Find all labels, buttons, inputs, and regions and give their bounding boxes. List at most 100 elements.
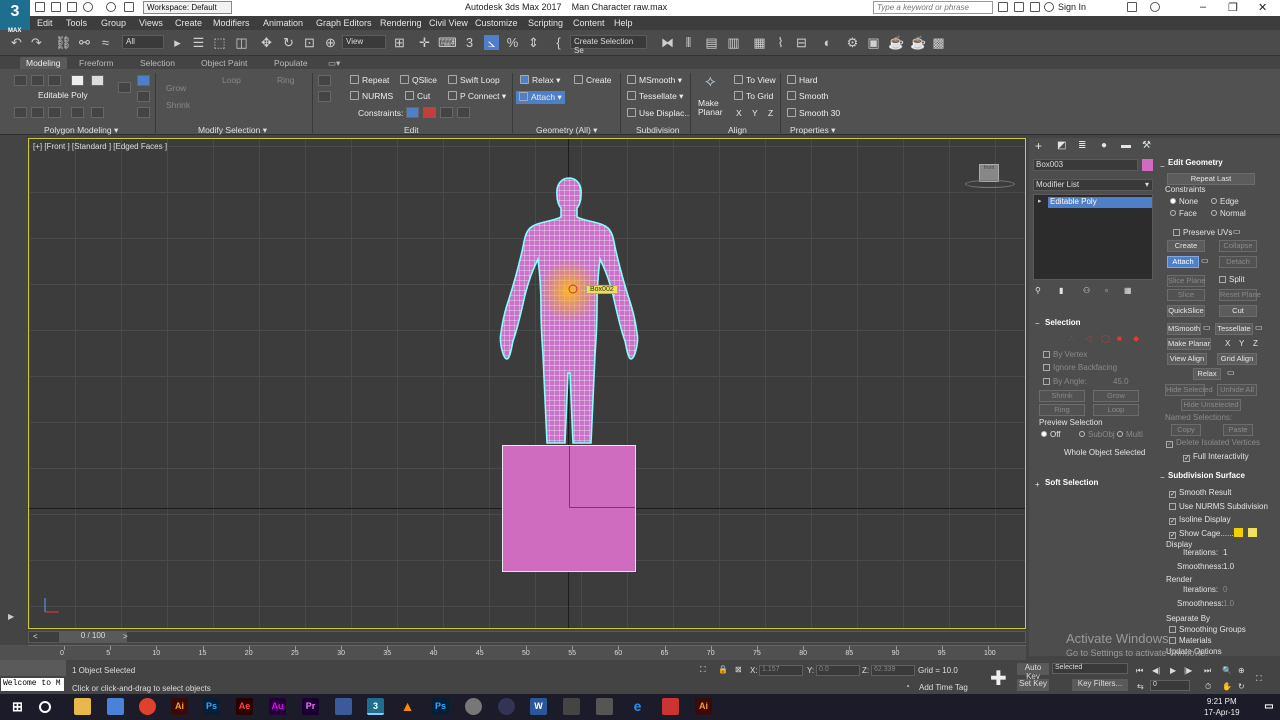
smooth-button[interactable]: Smooth xyxy=(787,91,828,101)
windows-start-icon[interactable]: ⊞ xyxy=(9,698,26,715)
align-y-button[interactable]: Y xyxy=(752,108,758,118)
full-interactivity-checkbox[interactable]: ✓ Full Interactivity xyxy=(1183,452,1249,462)
planar-x-button[interactable]: X xyxy=(1225,339,1230,348)
time-next-icon[interactable]: > xyxy=(123,632,128,641)
app-logo[interactable]: 3 MAX xyxy=(0,0,30,34)
constraint-face-icon[interactable] xyxy=(440,107,453,118)
qslice-button[interactable]: QSlice xyxy=(400,75,437,85)
constraint-normal-radio[interactable]: Normal xyxy=(1211,209,1246,218)
time-prev-icon[interactable]: < xyxy=(33,632,38,641)
open-icon[interactable] xyxy=(51,2,61,12)
grid-align-button[interactable]: Grid Align xyxy=(1217,353,1257,365)
store-icon[interactable] xyxy=(107,698,124,715)
smoothness-spinner[interactable]: 1.0 xyxy=(1223,562,1234,571)
system-clock[interactable]: 9:21 PM 17-Apr-19 xyxy=(1204,696,1240,718)
angle-snap-icon[interactable]: ⦣ xyxy=(484,35,499,50)
shrink-button[interactable]: Shrink xyxy=(1039,390,1085,402)
menu-edit[interactable]: Edit xyxy=(37,18,53,28)
align-icon[interactable]: ⫴ xyxy=(681,35,696,50)
menu-views[interactable]: Views xyxy=(139,18,163,28)
maxscript-mini-listener[interactable]: Welcome to M xyxy=(1,678,64,691)
preview-subobj-radio[interactable]: SubObj xyxy=(1079,430,1115,439)
hide-selected-button[interactable]: Hide Selected xyxy=(1165,384,1213,396)
sign-in-button[interactable]: Sign In xyxy=(1058,2,1086,12)
constraint-normal-icon[interactable] xyxy=(457,107,470,118)
zoom-icon[interactable]: 🔍 xyxy=(1222,666,1232,675)
vertex-level-icon[interactable]: ∴ xyxy=(1069,334,1074,343)
smooth30-button[interactable]: Smooth 30 xyxy=(787,108,840,118)
photoshop-2-icon[interactable]: Ps xyxy=(432,698,449,715)
pan-icon[interactable]: ✋ xyxy=(1222,682,1232,691)
reference-coord-dropdown[interactable]: View xyxy=(342,35,386,49)
select-manipulate-icon[interactable]: ✛ xyxy=(417,35,432,50)
hard-button[interactable]: Hard xyxy=(787,75,817,85)
vertex-icon[interactable] xyxy=(14,75,27,86)
time-tag-icon[interactable]: ◔ xyxy=(905,682,910,691)
menu-rendering[interactable]: Rendering xyxy=(380,18,422,28)
subdivision-surface-rollout-title[interactable]: Subdivision Surface xyxy=(1168,471,1245,480)
tab-freeform[interactable]: Freeform xyxy=(73,57,119,69)
loop-button[interactable]: Loop xyxy=(222,75,241,85)
rollout-expand-icon[interactable]: − xyxy=(1035,319,1040,328)
orbit-icon[interactable]: ↻ xyxy=(1238,682,1245,691)
play-icon[interactable]: ▶ xyxy=(1170,666,1176,675)
materials-checkbox[interactable]: Materials xyxy=(1169,636,1211,645)
pm-side-icon-1[interactable] xyxy=(118,82,131,93)
menu-tools[interactable]: Tools xyxy=(66,18,87,28)
pm-side-icon-4[interactable] xyxy=(137,107,150,118)
pm-tool-3-icon[interactable] xyxy=(48,107,61,118)
by-angle-spinner[interactable]: 45.0 xyxy=(1113,377,1129,386)
front-viewport[interactable]: [+] [Front ] [Standard ] [Edged Faces ] … xyxy=(28,138,1026,629)
app-icon-2[interactable] xyxy=(498,698,515,715)
polygon-level-icon[interactable]: ■ xyxy=(1117,334,1122,343)
smooth-result-checkbox[interactable]: ✓ Smooth Result xyxy=(1169,488,1231,498)
spinner-snap-icon[interactable]: ⇕ xyxy=(526,35,541,50)
display-tab-icon[interactable]: ▬ xyxy=(1121,140,1131,151)
preview-off-radio[interactable]: Off xyxy=(1041,430,1061,439)
minimize-button[interactable]: – xyxy=(1200,1,1206,13)
acrobat-icon[interactable]: Ae xyxy=(236,698,253,715)
grow-button[interactable]: Grow xyxy=(166,83,186,93)
select-by-name-icon[interactable]: ☰ xyxy=(191,35,206,50)
go-to-end-icon[interactable]: ⏭ xyxy=(1204,666,1211,676)
relax-button[interactable]: Relax xyxy=(1193,368,1221,380)
edge-level-icon[interactable]: ◁ xyxy=(1085,334,1091,343)
selection-rollout-title[interactable]: Selection xyxy=(1045,318,1081,327)
3dsmax-taskbar-icon[interactable]: 3 xyxy=(367,698,384,715)
cut-button[interactable]: Cut xyxy=(405,91,430,101)
tessellate-settings-icon[interactable]: ▭ xyxy=(1255,323,1263,332)
loop-button[interactable]: Loop xyxy=(1093,404,1139,416)
tessellate-button[interactable]: Tessellate xyxy=(1215,323,1253,335)
add-key-icon[interactable]: ✚ xyxy=(990,666,1007,691)
utilities-tab-icon[interactable]: ⚒ xyxy=(1142,140,1151,151)
premiere-icon[interactable]: Pr xyxy=(302,698,319,715)
constraint-face-radio[interactable]: Face xyxy=(1170,209,1197,218)
constraint-none-radio[interactable]: None xyxy=(1170,197,1198,206)
tab-selection[interactable]: Selection xyxy=(134,57,181,69)
current-frame-field[interactable]: 0 xyxy=(1150,680,1190,691)
edit-icon-2[interactable] xyxy=(318,91,331,102)
stack-item-editable-poly[interactable]: Editable Poly xyxy=(1048,197,1152,208)
rendered-frame-icon[interactable]: ▣ xyxy=(866,35,881,50)
key-mode-icon[interactable]: ⇆ xyxy=(1137,682,1144,691)
slice-plane-button[interactable]: Slice Plane xyxy=(1167,275,1206,287)
relax-button[interactable]: Relax ▾ xyxy=(520,75,560,86)
close-button[interactable]: ✕ xyxy=(1258,1,1267,14)
unlink-icon[interactable]: ⚯ xyxy=(77,35,92,50)
subdivision-collapse-icon[interactable]: − xyxy=(1160,473,1165,482)
material-editor-icon[interactable]: ◐ xyxy=(820,35,835,50)
save-icon[interactable] xyxy=(67,2,77,12)
bind-spacewarp-icon[interactable]: ≈ xyxy=(98,35,113,50)
subscription-icon[interactable] xyxy=(1014,2,1024,12)
ring-button[interactable]: Ring xyxy=(1039,404,1085,416)
use-nurms-checkbox[interactable]: Use NURMS Subdivision xyxy=(1169,502,1268,511)
hierarchy-tab-icon[interactable]: ≣ xyxy=(1078,140,1086,151)
detach-button[interactable]: Detach xyxy=(1219,256,1257,268)
ribbon-toggle-icon[interactable]: ▦ xyxy=(752,35,767,50)
shrink-button[interactable]: Shrink xyxy=(166,100,190,110)
communication-icon[interactable] xyxy=(1030,2,1040,12)
geometry-footer[interactable]: Geometry (All) ▾ xyxy=(536,125,597,136)
tab-object-paint[interactable]: Object Paint xyxy=(195,57,253,69)
menu-civil-view[interactable]: Civil View xyxy=(429,18,468,28)
pm-side-icon-3[interactable] xyxy=(137,91,150,102)
